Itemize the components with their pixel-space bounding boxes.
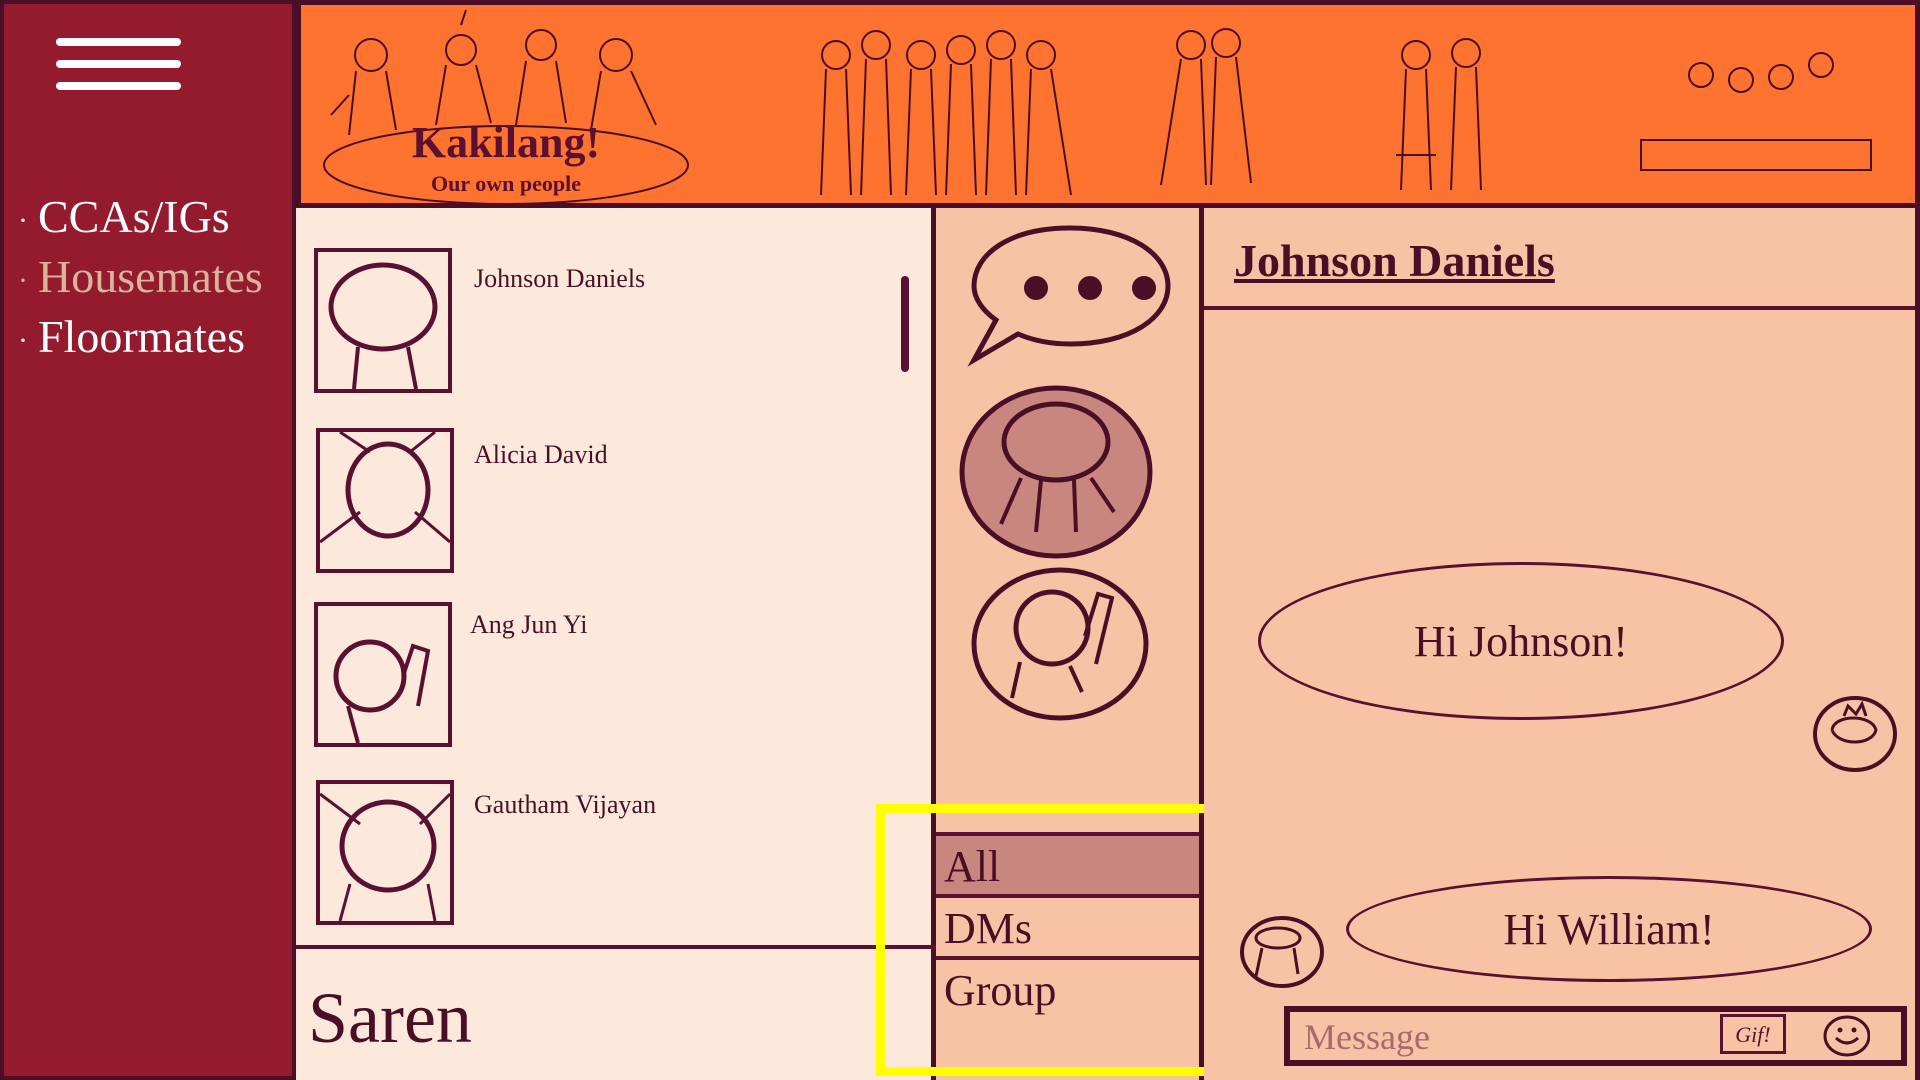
chat-bubble-icon[interactable] [960,220,1180,370]
message-input[interactable] [1302,1016,1702,1058]
message-composer: Gif! [1284,1006,1907,1066]
chat-category-column: All DMs Group [936,208,1204,1080]
sidebar-item-housemates[interactable]: · Housemates [18,250,263,303]
contact-name: Alicia David [474,440,608,469]
contact-name: Ang Jun Yi [470,610,588,639]
filter-dms[interactable]: DMs [936,894,1199,956]
right-border [1915,208,1920,1080]
scrollbar-thumb[interactable] [901,276,909,372]
message-bubble-received: Hi William! [1346,876,1872,982]
contact-name: Johnson Daniels [474,264,646,293]
gif-button[interactable]: Gif! [1720,1014,1786,1054]
contact-name: Gautham Vijayan [474,790,657,819]
user-avatar-icon[interactable] [956,384,1156,560]
current-user-section: Saren [296,945,936,1080]
avatar [314,602,452,747]
avatar [316,780,454,925]
avatar [314,248,452,393]
current-username: Saren [308,978,472,1058]
chat-panel: Johnson Daniels Hi Johnson! Hi William! … [1204,208,1920,1080]
sidebar: · CCAs/IGs · Housemates · Floormates [0,0,296,1080]
logo-title: Kakilang! [411,118,601,167]
contacts-panel: Johnson Daniels Alicia David Ang Jun Yi … [296,208,936,1080]
chat-header: Johnson Daniels [1204,208,1920,310]
sidebar-item-floormates[interactable]: · Floormates [18,310,245,363]
avatar [316,428,454,573]
sidebar-item-label: CCAs/IGs [38,191,230,242]
user-wave-icon[interactable] [970,566,1150,726]
emoji-icon[interactable] [1822,1012,1870,1060]
contact-avatar-icon [1813,696,1897,772]
filter-all[interactable]: All [936,832,1199,894]
header-banner: Kakilang! Our own people [296,0,1920,208]
chat-title[interactable]: Johnson Daniels [1234,234,1555,287]
hamburger-menu-icon[interactable] [56,38,181,92]
sidebar-item-label: Housemates [38,251,263,302]
logo-subtitle: Our own people [431,171,581,196]
message-bubble-sent: Hi Johnson! [1258,562,1784,720]
filter-group[interactable]: Group [936,956,1199,1018]
sidebar-item-label: Floormates [38,311,245,362]
user-avatar-icon-small [1240,916,1324,988]
sidebar-item-ccas-igs[interactable]: · CCAs/IGs [18,190,230,243]
